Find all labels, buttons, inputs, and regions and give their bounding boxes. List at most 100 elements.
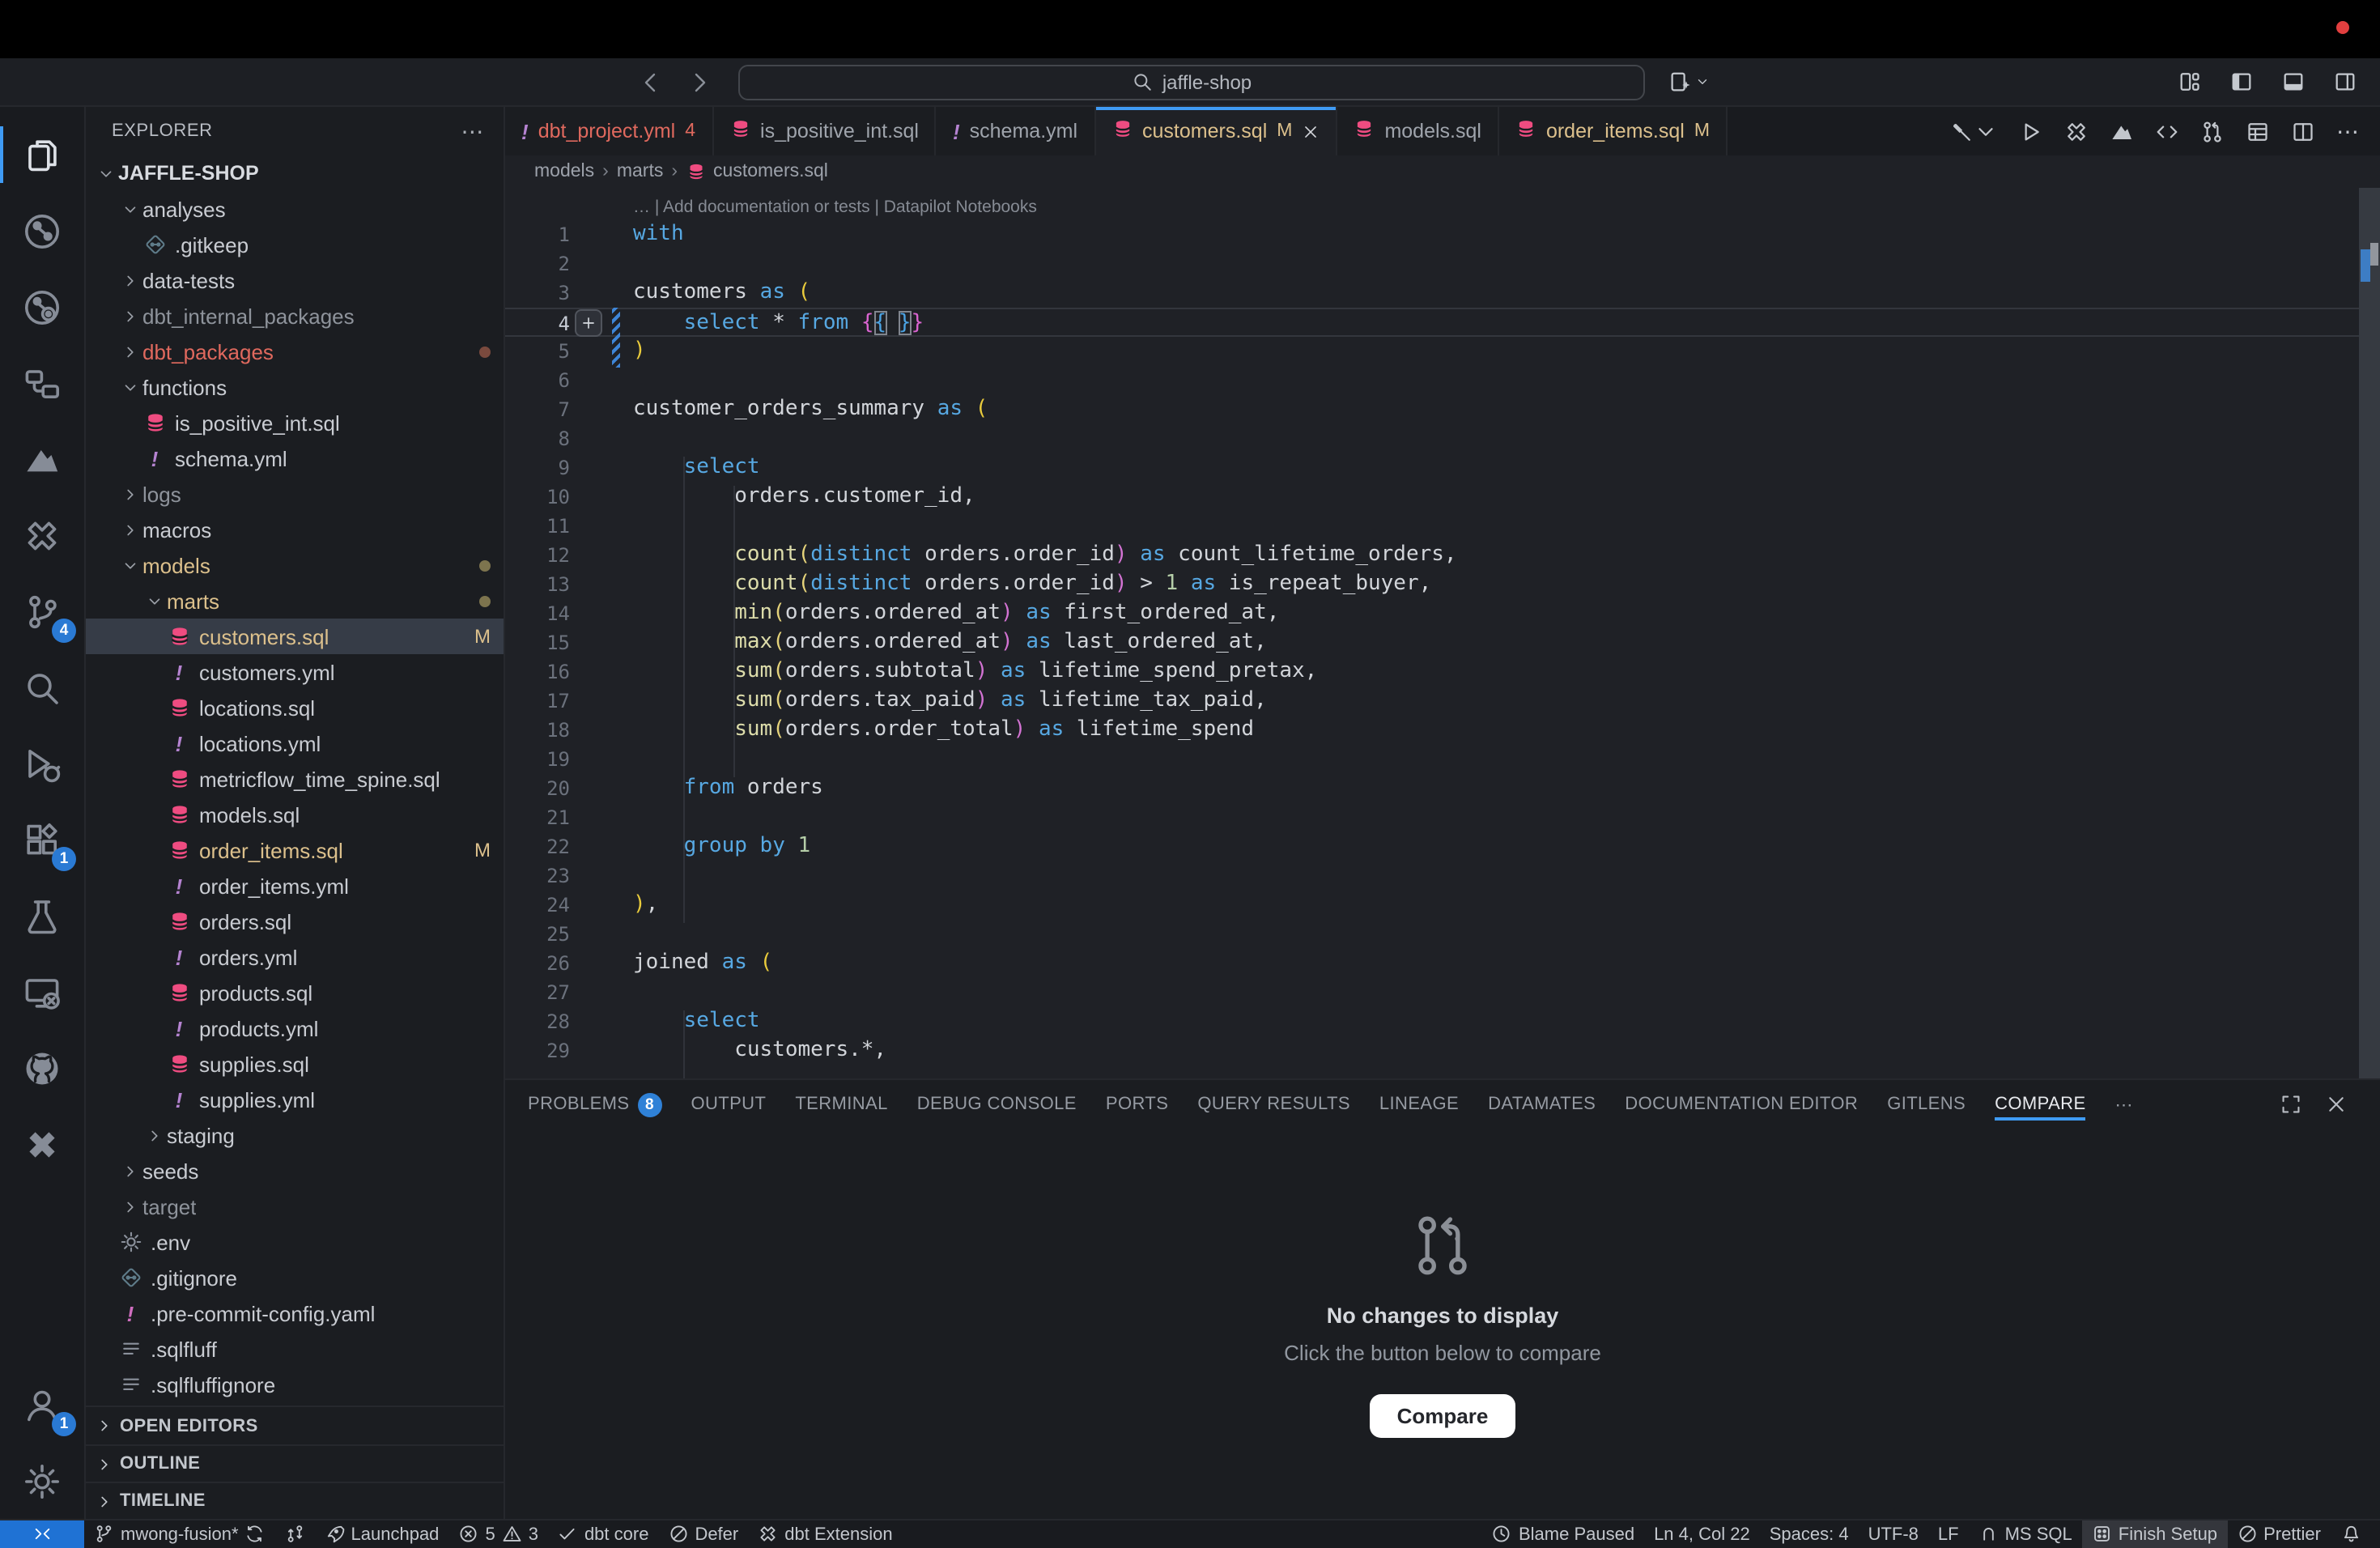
tree-item-marts[interactable]: marts (86, 583, 504, 619)
panel-tab-compare[interactable]: COMPARE (1995, 1080, 2085, 1129)
activity-explorer[interactable] (0, 117, 84, 193)
activity-run-debug[interactable] (0, 725, 84, 802)
git-compare-button[interactable] (2200, 119, 2225, 143)
compare-button[interactable]: Compare (1370, 1393, 1516, 1437)
status-blame[interactable]: Blame Paused (1482, 1520, 1644, 1548)
tree-item-orders.sql[interactable]: orders.sql (86, 904, 504, 939)
build-button[interactable] (1949, 119, 1998, 143)
code-line-20[interactable]: 20 from orders (505, 774, 2380, 803)
code-line-6[interactable]: 6 (505, 366, 2380, 395)
activity-extensions[interactable]: 1 (0, 802, 84, 878)
tab-customers.sql[interactable]: customers.sqlM (1095, 107, 1337, 155)
status-prettier[interactable]: Prettier (2227, 1520, 2331, 1548)
tab-schema.yml[interactable]: !schema.yml (937, 107, 1095, 155)
run-button[interactable] (2019, 119, 2043, 143)
code-line-26[interactable]: 26joined as ( (505, 949, 2380, 978)
tree-item-dbt-internal-packages[interactable]: dbt_internal_packages (86, 298, 504, 334)
code-line-11[interactable]: 11 (505, 512, 2380, 541)
tree-item-products.yml[interactable]: !products.yml (86, 1010, 504, 1046)
status-launchpad[interactable]: Launchpad (315, 1520, 449, 1548)
code-line-22[interactable]: 22 group by 1 (505, 832, 2380, 861)
activity-git-graph[interactable] (0, 193, 84, 269)
status-compare-branches[interactable] (275, 1520, 315, 1548)
status-language-mode[interactable]: MS SQL (1969, 1520, 2082, 1548)
code-line-1[interactable]: 1with (505, 220, 2380, 249)
status-encoding[interactable]: UTF-8 (1859, 1520, 1928, 1548)
editor-scrollbar[interactable] (2359, 188, 2380, 1078)
maximize-panel-icon[interactable] (2280, 1093, 2302, 1116)
code-line-24[interactable]: 24), (505, 891, 2380, 920)
panel-tab-output[interactable]: OUTPUT (691, 1080, 766, 1129)
tree-item-is-positive-int.sql[interactable]: is_positive_int.sql (86, 405, 504, 440)
panel-tab-query-results[interactable]: QUERY RESULTS (1197, 1080, 1350, 1129)
tree-item-schema.yml[interactable]: !schema.yml (86, 440, 504, 476)
code-line-16[interactable]: 16 sum(orders.subtotal) as lifetime_spen… (505, 657, 2380, 687)
status-eol[interactable]: LF (1928, 1520, 1969, 1548)
panel-left-toggle[interactable] (2229, 70, 2254, 94)
compile-preview-button[interactable] (2155, 119, 2179, 143)
panel-tab-ports[interactable]: PORTS (1106, 1080, 1168, 1129)
code-line-23[interactable]: 23 (505, 861, 2380, 891)
code-line-14[interactable]: 14 min(orders.ordered_at) as first_order… (505, 599, 2380, 628)
command-center-search[interactable]: jaffle-shop (738, 64, 1645, 100)
code-line-3[interactable]: 3customers as ( (505, 279, 2380, 308)
code-line-9[interactable]: 9 select (505, 453, 2380, 483)
code-line-15[interactable]: 15 max(orders.ordered_at) as last_ordere… (505, 628, 2380, 657)
tree-item-target[interactable]: target (86, 1189, 504, 1224)
close-panel-icon[interactable] (2325, 1093, 2348, 1116)
add-action-button[interactable] (575, 309, 602, 337)
activity-datamates[interactable] (0, 1106, 84, 1182)
tree-item-.gitignore[interactable]: .gitignore (86, 1260, 504, 1295)
activity-dbt-extension-view[interactable] (0, 497, 84, 573)
dbt-docs-button[interactable] (2110, 119, 2134, 143)
tab-dbt-project.yml[interactable]: !dbt_project.yml4 (505, 107, 713, 155)
activity-lineage-view[interactable] (0, 345, 84, 421)
activity-accounts[interactable]: 1 (0, 1367, 84, 1443)
code-line-25[interactable]: 25 (505, 920, 2380, 949)
tree-item-data-tests[interactable]: data-tests (86, 262, 504, 298)
code-line-5[interactable]: 5) (505, 337, 2380, 366)
breadcrumb-item[interactable]: customers.sql (713, 162, 828, 181)
activity-testing[interactable] (0, 878, 84, 954)
status-indentation[interactable]: Spaces: 4 (1760, 1520, 1859, 1548)
breadcrumb-item[interactable]: marts (617, 162, 664, 181)
code-line-18[interactable]: 18 sum(orders.order_total) as lifetime_s… (505, 716, 2380, 745)
section-open-editors[interactable]: OPEN EDITORS (86, 1407, 504, 1444)
activity-remote-explorer[interactable] (0, 954, 84, 1030)
layout-grid-toggle[interactable] (2178, 70, 2202, 94)
forward-button[interactable] (686, 69, 712, 95)
activity-github[interactable] (0, 1030, 84, 1106)
panel-tab-more[interactable]: ⋯ (2115, 1080, 2133, 1129)
copilot-icon[interactable] (1668, 70, 1710, 94)
status-dbt-core[interactable]: dbt core (548, 1520, 659, 1548)
tree-item-macros[interactable]: macros (86, 512, 504, 547)
tree-item-order-items.sql[interactable]: order_items.sqlM (86, 832, 504, 868)
tree-item-supplies.yml[interactable]: !supplies.yml (86, 1082, 504, 1117)
tree-item-logs[interactable]: logs (86, 476, 504, 512)
split-editor-button[interactable] (2291, 119, 2315, 143)
breadcrumb[interactable]: models›marts›customers.sql (505, 155, 2380, 188)
query-results-button[interactable] (2246, 119, 2270, 143)
status-cursor-position[interactable]: Ln 4, Col 22 (1644, 1520, 1760, 1548)
back-button[interactable] (638, 69, 664, 95)
tree-item-locations.sql[interactable]: locations.sql (86, 690, 504, 725)
tree-item-customers.yml[interactable]: !customers.yml (86, 654, 504, 690)
tree-item-models.sql[interactable]: models.sql (86, 797, 504, 832)
code-line-29[interactable]: 29 customers.*, (505, 1036, 2380, 1065)
panel-tab-gitlens[interactable]: GITLENS (1887, 1080, 1966, 1129)
tree-item-.sqlfluff[interactable]: .sqlfluff (86, 1331, 504, 1367)
panel-tab-datamates[interactable]: DATAMATES (1488, 1080, 1596, 1129)
panel-tab-documentation-editor[interactable]: DOCUMENTATION EDITOR (1625, 1080, 1858, 1129)
status-finish-setup[interactable]: Finish Setup (2082, 1520, 2227, 1548)
code-editor[interactable]: … | Add documentation or tests | Datapil… (505, 188, 2380, 1078)
code-line-12[interactable]: 12 count(distinct orders.order_id) as co… (505, 541, 2380, 570)
section-timeline[interactable]: TIMELINE (86, 1482, 504, 1519)
test-button[interactable] (2064, 119, 2089, 143)
panel-tab-lineage[interactable]: LINEAGE (1379, 1080, 1459, 1129)
tree-item-metricflow-time-spine.sql[interactable]: metricflow_time_spine.sql (86, 761, 504, 797)
status-notifications[interactable] (2331, 1520, 2370, 1548)
status-defer[interactable]: Defer (658, 1520, 748, 1548)
activity-git-graph-alt[interactable] (0, 269, 84, 345)
activity-source-control[interactable]: 4 (0, 573, 84, 649)
tree-item-orders.yml[interactable]: !orders.yml (86, 939, 504, 975)
